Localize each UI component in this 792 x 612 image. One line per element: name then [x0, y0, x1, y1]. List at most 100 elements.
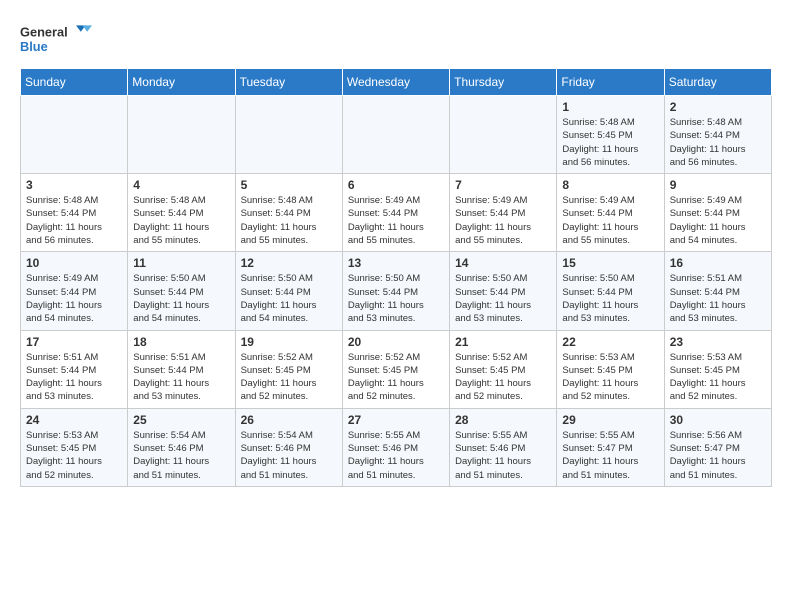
calendar-cell	[21, 96, 128, 174]
day-number: 18	[133, 335, 229, 349]
calendar-cell	[235, 96, 342, 174]
day-info: Sunrise: 5:51 AM Sunset: 5:44 PM Dayligh…	[133, 351, 229, 404]
day-number: 1	[562, 100, 658, 114]
calendar-cell: 4 Sunrise: 5:48 AM Sunset: 5:44 PM Daylig…	[128, 174, 235, 252]
day-number: 25	[133, 413, 229, 427]
calendar-cell: 6 Sunrise: 5:49 AM Sunset: 5:44 PM Daylig…	[342, 174, 449, 252]
calendar-cell: 25 Sunrise: 5:54 AM Sunset: 5:46 PM Dayli…	[128, 408, 235, 486]
day-info: Sunrise: 5:52 AM Sunset: 5:45 PM Dayligh…	[348, 351, 444, 404]
weekday-header-monday: Monday	[128, 69, 235, 96]
day-info: Sunrise: 5:51 AM Sunset: 5:44 PM Dayligh…	[26, 351, 122, 404]
svg-text:General: General	[20, 25, 68, 40]
calendar-cell: 28 Sunrise: 5:55 AM Sunset: 5:46 PM Dayli…	[450, 408, 557, 486]
calendar-cell: 30 Sunrise: 5:56 AM Sunset: 5:47 PM Dayli…	[664, 408, 771, 486]
calendar-cell: 13 Sunrise: 5:50 AM Sunset: 5:44 PM Dayli…	[342, 252, 449, 330]
day-info: Sunrise: 5:48 AM Sunset: 5:44 PM Dayligh…	[670, 116, 766, 169]
weekday-header-friday: Friday	[557, 69, 664, 96]
calendar-cell: 18 Sunrise: 5:51 AM Sunset: 5:44 PM Dayli…	[128, 330, 235, 408]
calendar-cell: 21 Sunrise: 5:52 AM Sunset: 5:45 PM Dayli…	[450, 330, 557, 408]
calendar-cell: 20 Sunrise: 5:52 AM Sunset: 5:45 PM Dayli…	[342, 330, 449, 408]
day-info: Sunrise: 5:54 AM Sunset: 5:46 PM Dayligh…	[241, 429, 337, 482]
calendar-cell: 16 Sunrise: 5:51 AM Sunset: 5:44 PM Dayli…	[664, 252, 771, 330]
page-header: GeneralBlue	[20, 20, 772, 58]
svg-text:Blue: Blue	[20, 39, 48, 54]
calendar-cell: 1Sunrise: 5:48 AM Sunset: 5:45 PM Daylig…	[557, 96, 664, 174]
day-info: Sunrise: 5:50 AM Sunset: 5:44 PM Dayligh…	[562, 272, 658, 325]
day-number: 4	[133, 178, 229, 192]
calendar-table: SundayMondayTuesdayWednesdayThursdayFrid…	[20, 68, 772, 487]
calendar-cell: 22 Sunrise: 5:53 AM Sunset: 5:45 PM Dayli…	[557, 330, 664, 408]
calendar-cell: 9 Sunrise: 5:49 AM Sunset: 5:44 PM Daylig…	[664, 174, 771, 252]
day-number: 30	[670, 413, 766, 427]
day-number: 28	[455, 413, 551, 427]
day-number: 22	[562, 335, 658, 349]
day-info: Sunrise: 5:48 AM Sunset: 5:44 PM Dayligh…	[241, 194, 337, 247]
weekday-header-tuesday: Tuesday	[235, 69, 342, 96]
day-info: Sunrise: 5:49 AM Sunset: 5:44 PM Dayligh…	[26, 272, 122, 325]
calendar-cell	[128, 96, 235, 174]
calendar-cell: 29 Sunrise: 5:55 AM Sunset: 5:47 PM Dayli…	[557, 408, 664, 486]
day-number: 19	[241, 335, 337, 349]
day-info: Sunrise: 5:50 AM Sunset: 5:44 PM Dayligh…	[133, 272, 229, 325]
day-number: 3	[26, 178, 122, 192]
day-number: 20	[348, 335, 444, 349]
day-info: Sunrise: 5:50 AM Sunset: 5:44 PM Dayligh…	[455, 272, 551, 325]
day-info: Sunrise: 5:51 AM Sunset: 5:44 PM Dayligh…	[670, 272, 766, 325]
day-number: 10	[26, 256, 122, 270]
calendar-week-row: 10 Sunrise: 5:49 AM Sunset: 5:44 PM Dayli…	[21, 252, 772, 330]
day-info: Sunrise: 5:49 AM Sunset: 5:44 PM Dayligh…	[670, 194, 766, 247]
day-number: 14	[455, 256, 551, 270]
day-info: Sunrise: 5:55 AM Sunset: 5:47 PM Dayligh…	[562, 429, 658, 482]
weekday-header-saturday: Saturday	[664, 69, 771, 96]
day-info: Sunrise: 5:52 AM Sunset: 5:45 PM Dayligh…	[455, 351, 551, 404]
day-info: Sunrise: 5:48 AM Sunset: 5:44 PM Dayligh…	[26, 194, 122, 247]
day-info: Sunrise: 5:52 AM Sunset: 5:45 PM Dayligh…	[241, 351, 337, 404]
calendar-cell: 26 Sunrise: 5:54 AM Sunset: 5:46 PM Dayli…	[235, 408, 342, 486]
day-number: 21	[455, 335, 551, 349]
day-info: Sunrise: 5:49 AM Sunset: 5:44 PM Dayligh…	[348, 194, 444, 247]
day-info: Sunrise: 5:50 AM Sunset: 5:44 PM Dayligh…	[241, 272, 337, 325]
day-number: 16	[670, 256, 766, 270]
calendar-week-row: 1Sunrise: 5:48 AM Sunset: 5:45 PM Daylig…	[21, 96, 772, 174]
calendar-cell: 14 Sunrise: 5:50 AM Sunset: 5:44 PM Dayli…	[450, 252, 557, 330]
calendar-cell: 2 Sunrise: 5:48 AM Sunset: 5:44 PM Daylig…	[664, 96, 771, 174]
day-number: 27	[348, 413, 444, 427]
calendar-cell: 7 Sunrise: 5:49 AM Sunset: 5:44 PM Daylig…	[450, 174, 557, 252]
day-info: Sunrise: 5:49 AM Sunset: 5:44 PM Dayligh…	[562, 194, 658, 247]
calendar-week-row: 24 Sunrise: 5:53 AM Sunset: 5:45 PM Dayli…	[21, 408, 772, 486]
day-number: 29	[562, 413, 658, 427]
calendar-cell: 23 Sunrise: 5:53 AM Sunset: 5:45 PM Dayli…	[664, 330, 771, 408]
day-number: 15	[562, 256, 658, 270]
day-info: Sunrise: 5:53 AM Sunset: 5:45 PM Dayligh…	[562, 351, 658, 404]
calendar-cell: 19 Sunrise: 5:52 AM Sunset: 5:45 PM Dayli…	[235, 330, 342, 408]
day-number: 8	[562, 178, 658, 192]
day-number: 23	[670, 335, 766, 349]
day-info: Sunrise: 5:53 AM Sunset: 5:45 PM Dayligh…	[26, 429, 122, 482]
day-info: Sunrise: 5:49 AM Sunset: 5:44 PM Dayligh…	[455, 194, 551, 247]
calendar-cell: 12Sunrise: 5:50 AM Sunset: 5:44 PM Dayli…	[235, 252, 342, 330]
calendar-cell: 27Sunrise: 5:55 AM Sunset: 5:46 PM Dayli…	[342, 408, 449, 486]
calendar-header-row: SundayMondayTuesdayWednesdayThursdayFrid…	[21, 69, 772, 96]
calendar-cell: 11 Sunrise: 5:50 AM Sunset: 5:44 PM Dayli…	[128, 252, 235, 330]
day-info: Sunrise: 5:53 AM Sunset: 5:45 PM Dayligh…	[670, 351, 766, 404]
calendar-cell: 24 Sunrise: 5:53 AM Sunset: 5:45 PM Dayli…	[21, 408, 128, 486]
day-info: Sunrise: 5:56 AM Sunset: 5:47 PM Dayligh…	[670, 429, 766, 482]
day-number: 24	[26, 413, 122, 427]
calendar-cell: 5 Sunrise: 5:48 AM Sunset: 5:44 PM Daylig…	[235, 174, 342, 252]
day-number: 11	[133, 256, 229, 270]
day-number: 9	[670, 178, 766, 192]
day-number: 13	[348, 256, 444, 270]
weekday-header-wednesday: Wednesday	[342, 69, 449, 96]
weekday-header-sunday: Sunday	[21, 69, 128, 96]
day-info: Sunrise: 5:55 AM Sunset: 5:46 PM Dayligh…	[455, 429, 551, 482]
day-info: Sunrise: 5:48 AM Sunset: 5:44 PM Dayligh…	[133, 194, 229, 247]
day-number: 7	[455, 178, 551, 192]
day-number: 26	[241, 413, 337, 427]
day-info: Sunrise: 5:50 AM Sunset: 5:44 PM Dayligh…	[348, 272, 444, 325]
day-number: 2	[670, 100, 766, 114]
calendar-cell	[342, 96, 449, 174]
day-info: Sunrise: 5:54 AM Sunset: 5:46 PM Dayligh…	[133, 429, 229, 482]
day-number: 6	[348, 178, 444, 192]
calendar-cell: 10 Sunrise: 5:49 AM Sunset: 5:44 PM Dayli…	[21, 252, 128, 330]
day-number: 5	[241, 178, 337, 192]
